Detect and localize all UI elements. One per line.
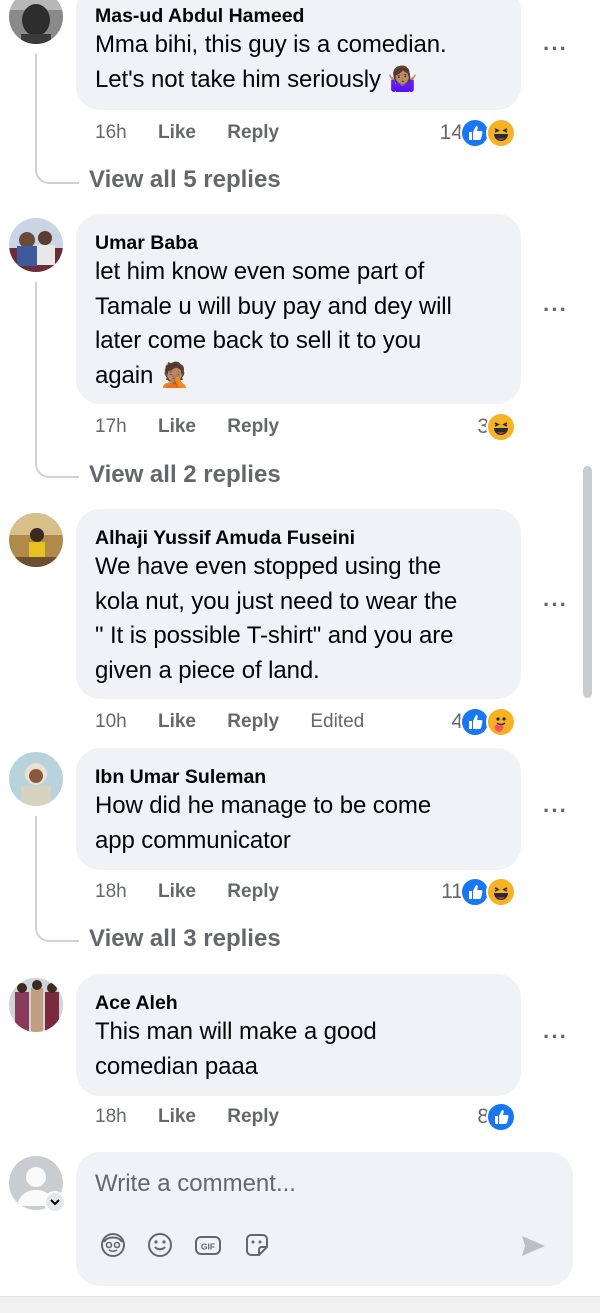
more-options-icon[interactable]: ··· bbox=[543, 800, 568, 822]
comment-author[interactable]: Mas-ud Abdul Hameed bbox=[95, 4, 503, 28]
reply-button[interactable]: Reply bbox=[227, 1106, 279, 1127]
svg-text:GIF: GIF bbox=[201, 1242, 215, 1252]
comment-line: later come back to sell it to you bbox=[95, 327, 422, 354]
comment-bubble: Ibn Umar Suleman How did he manage to be… bbox=[76, 748, 521, 870]
view-replies-link[interactable]: View all 3 replies bbox=[89, 924, 281, 954]
haha-icon bbox=[486, 412, 516, 442]
like-button[interactable]: Like bbox=[158, 416, 196, 437]
comment-line: given a piece of land. bbox=[95, 656, 320, 684]
comment-line: again 🤦🏽 bbox=[95, 361, 190, 389]
reply-thread-line bbox=[35, 54, 79, 184]
reaction-summary[interactable]: 4 bbox=[451, 707, 516, 737]
comment-line: " It is possible T-shirt" and you are bbox=[95, 622, 454, 649]
avatar[interactable] bbox=[9, 752, 63, 806]
comment-line: This man will make a good bbox=[95, 1018, 377, 1045]
comment-time[interactable]: 16h bbox=[95, 122, 127, 143]
sticker-icon[interactable] bbox=[242, 1230, 272, 1260]
comment-line: comedian paaa bbox=[95, 1052, 258, 1080]
comment-time[interactable]: 17h bbox=[95, 416, 127, 437]
comment-line: We have even stopped using the bbox=[95, 553, 442, 580]
comment-line: app communicator bbox=[95, 826, 291, 854]
comment-actions: 16h Like Reply bbox=[95, 121, 305, 145]
comment-composer: Write a comment... GIF bbox=[76, 1152, 573, 1286]
more-options-icon[interactable]: ··· bbox=[543, 38, 568, 60]
comment-time[interactable]: 18h bbox=[95, 1106, 127, 1127]
avatar[interactable] bbox=[9, 513, 63, 567]
avatar[interactable] bbox=[9, 0, 63, 44]
like-button[interactable]: Like bbox=[158, 881, 196, 902]
more-options-icon[interactable]: ··· bbox=[543, 594, 568, 616]
view-replies-link[interactable]: View all 5 replies bbox=[89, 165, 281, 195]
comment-input[interactable]: Write a comment... bbox=[95, 1170, 296, 1198]
comment-bubble: Ace Aleh This man will make a good comed… bbox=[76, 974, 521, 1096]
like-button[interactable]: Like bbox=[158, 1106, 196, 1127]
comment-actions: 17h Like Reply bbox=[95, 415, 305, 439]
reply-button[interactable]: Reply bbox=[227, 122, 279, 143]
reply-thread-line bbox=[35, 282, 79, 478]
chevron-down-icon[interactable] bbox=[44, 1191, 66, 1213]
emoji-icon[interactable] bbox=[145, 1230, 175, 1260]
scrollbar-thumb[interactable] bbox=[583, 466, 592, 698]
comment-line: Mma bihi, this guy is a comedian. bbox=[95, 31, 447, 58]
comment-bubble: Alhaji Yussif Amuda Fuseini We have even… bbox=[76, 509, 521, 699]
haha-icon bbox=[486, 877, 516, 907]
reaction-summary[interactable]: 14 bbox=[440, 118, 516, 148]
avatar[interactable] bbox=[9, 218, 63, 272]
reaction-summary[interactable]: 8 bbox=[477, 1102, 516, 1132]
comment-actions: 18h Like Reply bbox=[95, 880, 305, 904]
comment-author[interactable]: Ace Aleh bbox=[95, 991, 503, 1015]
reply-button[interactable]: Reply bbox=[227, 881, 279, 902]
more-options-icon[interactable]: ··· bbox=[543, 1026, 568, 1048]
comment-author[interactable]: Ibn Umar Suleman bbox=[95, 765, 503, 789]
comment-line: Let's not take him seriously 🤷🏽‍♀️ bbox=[95, 65, 418, 93]
more-options-icon[interactable]: ··· bbox=[543, 299, 568, 321]
reply-thread-line bbox=[35, 816, 79, 942]
comment-time[interactable]: 10h bbox=[95, 711, 127, 732]
comment-line: Tamale u will buy pay and dey will bbox=[95, 292, 452, 320]
like-icon bbox=[486, 1102, 516, 1132]
comment-bubble: Mas-ud Abdul Hameed Mma bihi, this guy i… bbox=[76, 0, 521, 110]
like-button[interactable]: Like bbox=[158, 122, 196, 143]
care-icon bbox=[486, 707, 516, 737]
comment-line: kola nut, you just need to wear the bbox=[95, 587, 458, 615]
gif-icon[interactable]: GIF bbox=[193, 1230, 223, 1260]
comment-line: How did he manage to be come bbox=[95, 792, 432, 819]
avatar[interactable] bbox=[9, 978, 63, 1032]
edited-label[interactable]: Edited bbox=[310, 711, 364, 732]
comment-author[interactable]: Alhaji Yussif Amuda Fuseini bbox=[95, 526, 503, 550]
bottom-edge bbox=[0, 1296, 600, 1313]
reaction-summary[interactable]: 3 bbox=[477, 412, 516, 442]
comment-bubble: Umar Baba let him know even some part of… bbox=[76, 214, 521, 404]
comment-author[interactable]: Umar Baba bbox=[95, 231, 503, 255]
view-replies-link[interactable]: View all 2 replies bbox=[89, 460, 281, 490]
comment-time[interactable]: 18h bbox=[95, 881, 127, 902]
comment-actions: 10h Like Reply Edited bbox=[95, 710, 390, 734]
reply-button[interactable]: Reply bbox=[227, 416, 279, 437]
comment-line: let him know even some part of bbox=[95, 258, 425, 285]
reaction-summary[interactable]: 11 bbox=[441, 877, 516, 907]
comment-actions: 18h Like Reply bbox=[95, 1105, 305, 1129]
send-icon[interactable] bbox=[518, 1231, 548, 1261]
haha-icon bbox=[486, 118, 516, 148]
reply-button[interactable]: Reply bbox=[227, 711, 279, 732]
like-button[interactable]: Like bbox=[158, 711, 196, 732]
avatar-sticker-icon[interactable] bbox=[98, 1230, 128, 1260]
